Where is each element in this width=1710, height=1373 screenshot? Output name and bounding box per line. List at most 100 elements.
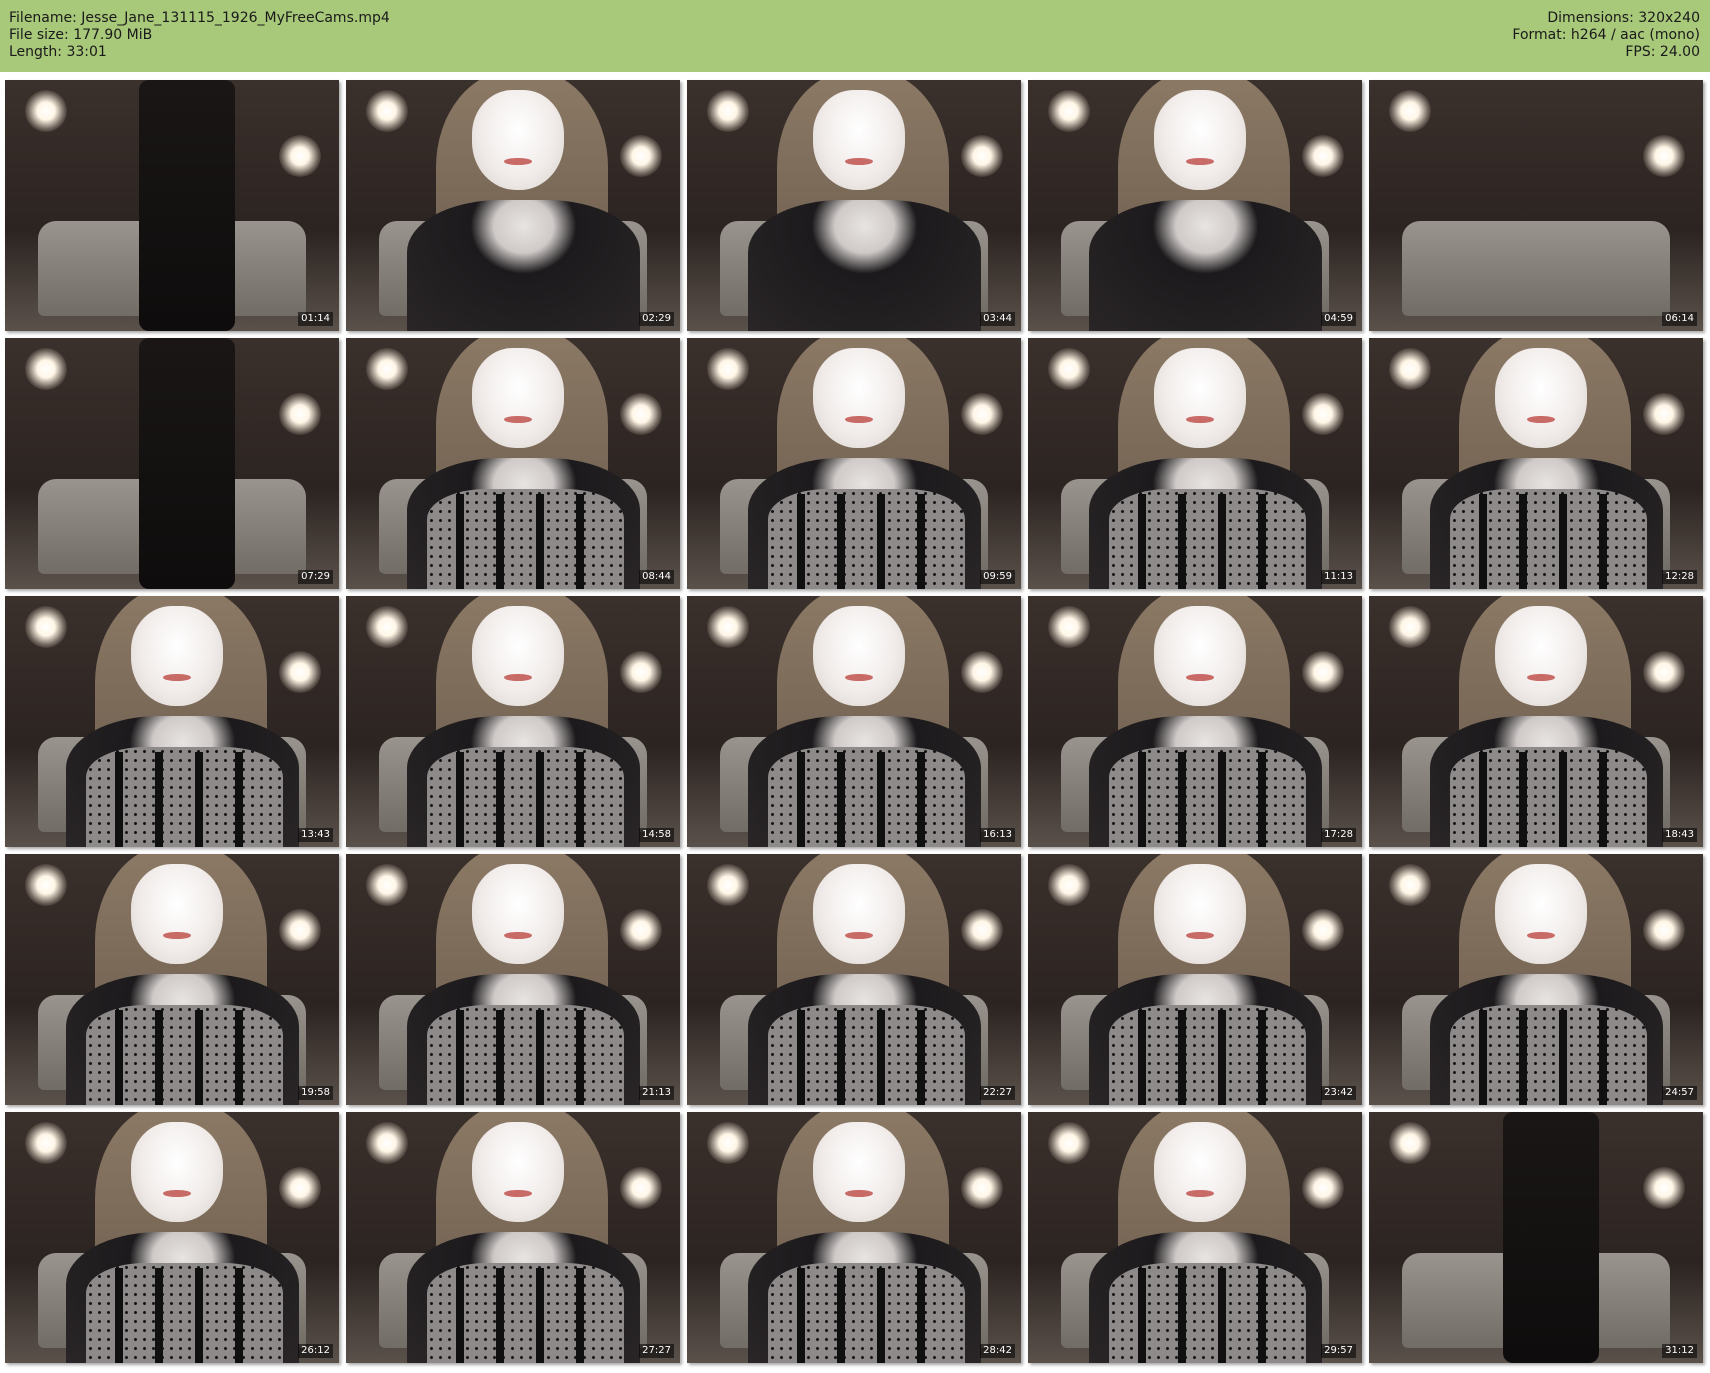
wall-light-glow xyxy=(278,393,321,436)
video-thumbnail: 17:28 xyxy=(1028,596,1362,847)
person-figure xyxy=(66,854,299,1105)
wall-light-glow xyxy=(619,1167,662,1210)
thumbnail-timestamp: 26:12 xyxy=(298,1344,333,1358)
thumbnail-timestamp: 23:42 xyxy=(1321,1086,1356,1100)
video-thumbnail: 21:13 xyxy=(346,854,680,1105)
thumbnail-timestamp: 18:43 xyxy=(1662,828,1697,842)
wall-light-glow xyxy=(619,135,662,178)
wall-light-glow xyxy=(1301,909,1344,952)
person-figure xyxy=(1089,80,1322,331)
wall-light-glow xyxy=(278,651,321,694)
thumbnail-timestamp: 08:44 xyxy=(639,570,674,584)
wall-light-glow xyxy=(1048,90,1091,133)
person-figure xyxy=(1089,854,1322,1105)
wall-light-glow xyxy=(1048,864,1091,907)
person-figure xyxy=(407,1112,640,1363)
wall-light-glow xyxy=(960,1167,1003,1210)
thumbnail-timestamp: 21:13 xyxy=(639,1086,674,1100)
wall-light-glow xyxy=(25,864,68,907)
person-figure xyxy=(1089,1112,1322,1363)
video-thumbnail: 16:13 xyxy=(687,596,1021,847)
thumbnail-timestamp: 09:59 xyxy=(980,570,1015,584)
thumbnail-frame-image xyxy=(1369,338,1703,589)
thumbnail-frame-image xyxy=(5,854,339,1105)
wall-light-glow xyxy=(1642,651,1685,694)
thumbnail-frame-image xyxy=(1028,596,1362,847)
wall-light-glow xyxy=(619,651,662,694)
person-figure xyxy=(66,596,299,847)
person-figure xyxy=(748,854,981,1105)
length-text: Length: 33:01 xyxy=(9,44,107,60)
wall-light-glow xyxy=(1301,1167,1344,1210)
person-figure xyxy=(407,338,640,589)
thumbnail-timestamp: 24:57 xyxy=(1662,1086,1697,1100)
person-figure xyxy=(407,854,640,1105)
thumbnail-timestamp: 03:44 xyxy=(980,312,1015,326)
wall-light-glow xyxy=(1389,1122,1432,1165)
wall-light-glow xyxy=(707,90,750,133)
thumbnail-frame-image xyxy=(1369,854,1703,1105)
thumbnail-frame-image xyxy=(1028,80,1362,331)
video-thumbnail: 07:29 xyxy=(5,338,339,589)
thumbnail-timestamp: 29:57 xyxy=(1321,1344,1356,1358)
thumbnail-timestamp: 14:58 xyxy=(639,828,674,842)
person-figure xyxy=(748,338,981,589)
thumbnail-frame-image xyxy=(346,338,680,589)
wall-light-glow xyxy=(707,348,750,391)
wall-light-glow xyxy=(1301,135,1344,178)
wall-light-glow xyxy=(707,606,750,649)
video-thumbnail: 23:42 xyxy=(1028,854,1362,1105)
person-figure xyxy=(1430,338,1663,589)
person-figure xyxy=(748,80,981,331)
thumbnail-timestamp: 07:29 xyxy=(298,570,333,584)
person-figure xyxy=(407,80,640,331)
thumbnail-frame-image xyxy=(346,80,680,331)
wall-light-glow xyxy=(366,1122,409,1165)
thumbnail-timestamp: 06:14 xyxy=(1662,312,1697,326)
wall-light-glow xyxy=(619,393,662,436)
video-thumbnail: 29:57 xyxy=(1028,1112,1362,1363)
wall-light-glow xyxy=(960,393,1003,436)
thumbnail-frame-image xyxy=(1028,1112,1362,1363)
wall-light-glow xyxy=(960,135,1003,178)
thumbnail-timestamp: 19:58 xyxy=(298,1086,333,1100)
person-figure xyxy=(78,338,278,589)
video-thumbnail: 02:29 xyxy=(346,80,680,331)
video-thumbnail: 11:13 xyxy=(1028,338,1362,589)
video-thumbnail: 09:59 xyxy=(687,338,1021,589)
wall-light-glow xyxy=(1642,135,1685,178)
thumbnail-frame-image xyxy=(1369,596,1703,847)
thumbnail-frame-image xyxy=(346,596,680,847)
wall-light-glow xyxy=(1048,1122,1091,1165)
filesize-text: File size: 177.90 MiB xyxy=(9,27,153,43)
person-figure xyxy=(1430,854,1663,1105)
thumbnail-frame-image xyxy=(1028,338,1362,589)
thumbnail-timestamp: 12:28 xyxy=(1662,570,1697,584)
thumbnail-timestamp: 01:14 xyxy=(298,312,333,326)
thumbnail-timestamp: 16:13 xyxy=(980,828,1015,842)
dimensions-text: Dimensions: 320x240 xyxy=(1547,10,1700,26)
file-info-left: Filename: Jesse_Jane_131115_1926_MyFreeC… xyxy=(9,10,390,61)
wall-light-glow xyxy=(707,864,750,907)
video-thumbnail: 08:44 xyxy=(346,338,680,589)
wall-light-glow xyxy=(278,909,321,952)
thumbnail-frame-image xyxy=(687,80,1021,331)
person-figure xyxy=(1089,596,1322,847)
thumbnail-timestamp: 28:42 xyxy=(980,1344,1015,1358)
thumbnail-timestamp: 13:43 xyxy=(298,828,333,842)
person-figure xyxy=(1089,338,1322,589)
thumbnail-timestamp: 27:27 xyxy=(639,1344,674,1358)
wall-light-glow xyxy=(366,864,409,907)
wall-light-glow xyxy=(1389,348,1432,391)
thumbnail-timestamp: 02:29 xyxy=(639,312,674,326)
video-thumbnail: 26:12 xyxy=(5,1112,339,1363)
format-text: Format: h264 / aac (mono) xyxy=(1512,27,1700,43)
wall-light-glow xyxy=(278,1167,321,1210)
thumbnail-frame-image xyxy=(687,338,1021,589)
video-thumbnail: 24:57 xyxy=(1369,854,1703,1105)
thumbnail-timestamp: 04:59 xyxy=(1321,312,1356,326)
thumbnail-frame-image xyxy=(5,596,339,847)
thumbnail-timestamp: 22:27 xyxy=(980,1086,1015,1100)
wall-light-glow xyxy=(707,1122,750,1165)
wall-light-glow xyxy=(25,606,68,649)
